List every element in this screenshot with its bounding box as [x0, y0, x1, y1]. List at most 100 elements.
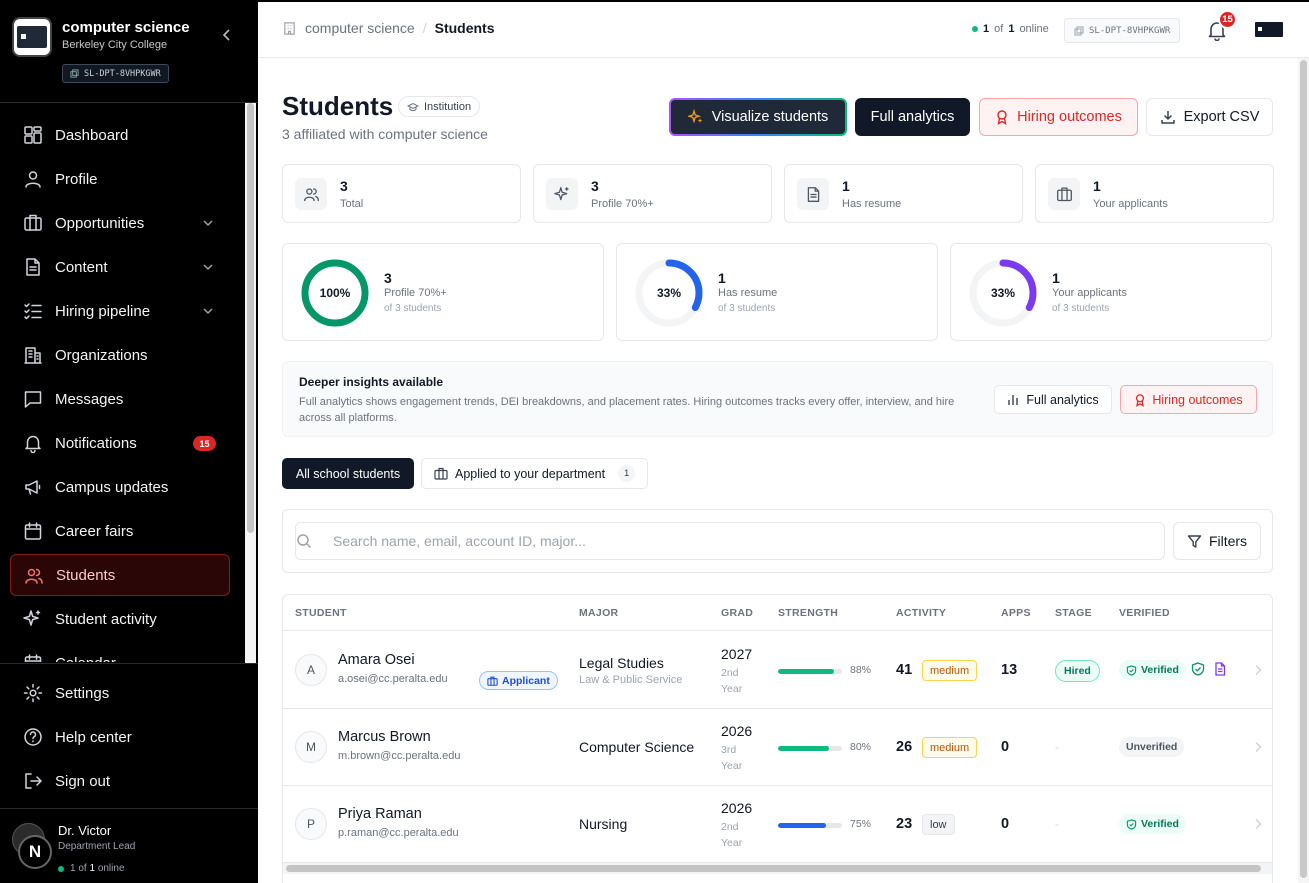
tab-applied-to-department[interactable]: Applied to your department 1 — [421, 458, 648, 489]
shield-check-icon — [1126, 664, 1137, 676]
graduation-cap-icon — [407, 102, 419, 111]
resume-document-icon[interactable] — [1213, 662, 1227, 676]
dashboard-icon — [24, 126, 42, 144]
table-horizontal-scrollbar[interactable] — [283, 863, 1272, 874]
verified-badge: Verified — [1119, 660, 1186, 680]
main-scrollbar[interactable] — [1298, 58, 1309, 883]
online-count: 1 — [983, 23, 990, 35]
column-header-stage[interactable]: STAGE — [1055, 607, 1092, 619]
grad-level: 2nd Year — [721, 821, 743, 849]
sidebar-item-opportunities[interactable]: Opportunities — [10, 202, 230, 244]
sidebar-item-dashboard[interactable]: Dashboard — [10, 114, 230, 156]
chevron-down-icon[interactable] — [201, 304, 215, 318]
breadcrumb-separator: / — [422, 20, 427, 36]
progress-ring-percent: 100% — [319, 286, 351, 300]
stat-card-profile-70: 3 Profile 70%+ — [533, 164, 772, 223]
sidebar-item-career-fairs[interactable]: Career fairs — [10, 510, 230, 552]
online-count: 1 — [70, 863, 76, 874]
sidebar-item-students[interactable]: Students — [10, 554, 230, 596]
header-department-id-chip[interactable]: SL-DPT-8VHPKGWR — [1064, 18, 1181, 43]
header-department-id: SL-DPT-8VHPKGWR — [1089, 25, 1171, 36]
insights-hiring-outcomes-label: Hiring outcomes — [1152, 392, 1243, 407]
column-header-activity[interactable]: ACTIVITY — [896, 607, 946, 619]
student-name[interactable]: Amara Osei — [338, 652, 415, 668]
sidebar-item-calendar[interactable]: Calendar — [10, 642, 230, 662]
table-row[interactable]: A Amara Osei a.osei@cc.peralta.edu Applican… — [283, 632, 1272, 709]
main-scrollbar-thumb[interactable] — [1300, 60, 1307, 878]
export-csv-button[interactable]: Export CSV — [1146, 98, 1273, 136]
sidebar-item-label: Help center — [55, 728, 132, 746]
sidebar-item-label: Career fairs — [55, 522, 134, 540]
sidebar-scrollbar-thumb[interactable] — [247, 103, 254, 533]
sidebar-scrollbar[interactable] — [245, 103, 256, 663]
column-header-grad[interactable]: GRAD — [721, 607, 753, 619]
department-logo[interactable] — [12, 17, 52, 57]
verified-badge: Verified — [1119, 814, 1186, 834]
user-name: Dr. Victor — [58, 823, 112, 838]
sidebar-item-organizations[interactable]: Organizations — [10, 334, 230, 376]
column-header-strength[interactable]: STRENGTH — [778, 607, 838, 619]
sidebar-item-hiring-pipeline[interactable]: Hiring pipeline — [10, 290, 230, 332]
table-row[interactable]: M Marcus Brown m.brown@cc.peralta.edu Compu… — [283, 709, 1272, 786]
table-row[interactable]: P Priya Raman p.raman@cc.peralta.edu Nursin… — [283, 786, 1272, 863]
sidebar-item-notifications[interactable]: Notifications 15 — [10, 422, 230, 464]
user-card[interactable]: N Dr. Victor Department Lead 1 of 1 onli… — [0, 808, 258, 883]
online-dot-icon — [972, 26, 978, 32]
department-id-chip[interactable]: SL-DPT-8VHPKGWR — [62, 64, 169, 83]
sidebar-nav: Dashboard Profile Opportunities Content Hiri… — [0, 114, 244, 662]
chevron-down-icon[interactable] — [201, 260, 215, 274]
column-header-student[interactable]: STUDENT — [295, 607, 347, 619]
sidebar-item-help-center[interactable]: Help center — [10, 716, 230, 758]
tab-all-school-students[interactable]: All school students — [282, 458, 414, 489]
strength-bar-fill — [778, 823, 826, 828]
calendar-icon — [24, 654, 42, 662]
activity-level-badge: medium — [922, 737, 978, 758]
chevron-right-icon[interactable] — [1253, 664, 1263, 676]
institution-logo[interactable] — [1255, 22, 1283, 37]
full-analytics-button[interactable]: Full analytics — [855, 98, 970, 136]
chevron-right-icon[interactable] — [1253, 741, 1263, 753]
sidebar-item-content[interactable]: Content — [10, 246, 230, 288]
document-icon — [26, 258, 40, 276]
sidebar-item-campus-updates[interactable]: Campus updates — [10, 466, 230, 508]
insights-hiring-outcomes-button[interactable]: Hiring outcomes — [1120, 385, 1257, 414]
search-input[interactable] — [295, 522, 1165, 560]
column-header-apps[interactable]: APPS — [1001, 607, 1031, 619]
sidebar-item-settings[interactable]: Settings — [10, 672, 230, 714]
shield-check-icon[interactable] — [1191, 662, 1205, 676]
chevron-right-icon[interactable] — [1253, 818, 1263, 830]
sidebar-item-label: Content — [55, 258, 108, 276]
table-scrollbar-thumb[interactable] — [286, 865, 1261, 872]
breadcrumb-root[interactable]: computer science — [305, 20, 415, 36]
activity-level-badge: medium — [922, 660, 978, 681]
search-icon — [297, 534, 312, 549]
collapse-sidebar-icon[interactable] — [220, 28, 234, 42]
sidebar-item-messages[interactable]: Messages — [10, 378, 230, 420]
student-name[interactable]: Marcus Brown — [338, 729, 431, 745]
student-name[interactable]: Priya Raman — [338, 806, 422, 822]
stat-card-has-resume: 1 Has resume — [784, 164, 1023, 223]
stat-value: 1 — [842, 178, 850, 194]
insights-full-analytics-button[interactable]: Full analytics — [994, 385, 1112, 414]
apps-count: 0 — [1001, 816, 1010, 832]
stat-card-total: 3 Total — [282, 164, 521, 223]
chevron-down-icon[interactable] — [201, 216, 215, 230]
strength-bar-fill — [778, 746, 830, 751]
top-header: computer science / Students 1 of 1 onlin… — [258, 2, 1309, 58]
sidebar-item-profile[interactable]: Profile — [10, 158, 230, 200]
column-header-verified[interactable]: VERIFIED — [1119, 607, 1170, 619]
visualize-students-button[interactable]: Visualize students — [669, 98, 847, 136]
progress-ring-percent: 33% — [656, 286, 682, 300]
ring-of-total: of 3 students — [1052, 303, 1110, 314]
department-name: computer science — [62, 19, 190, 36]
sidebar-item-sign-out[interactable]: Sign out — [10, 760, 230, 802]
sidebar-item-label: Settings — [55, 684, 110, 702]
hiring-outcomes-button[interactable]: Hiring outcomes — [979, 98, 1138, 136]
filters-button[interactable]: Filters — [1173, 522, 1261, 560]
award-icon — [997, 110, 1007, 125]
student-major: Computer Science — [579, 739, 695, 755]
column-header-major[interactable]: MAJOR — [579, 607, 618, 619]
sparkle-icon — [687, 109, 703, 124]
strength-percent: 75% — [850, 818, 872, 830]
sidebar-item-student-activity[interactable]: Student activity — [10, 598, 230, 640]
